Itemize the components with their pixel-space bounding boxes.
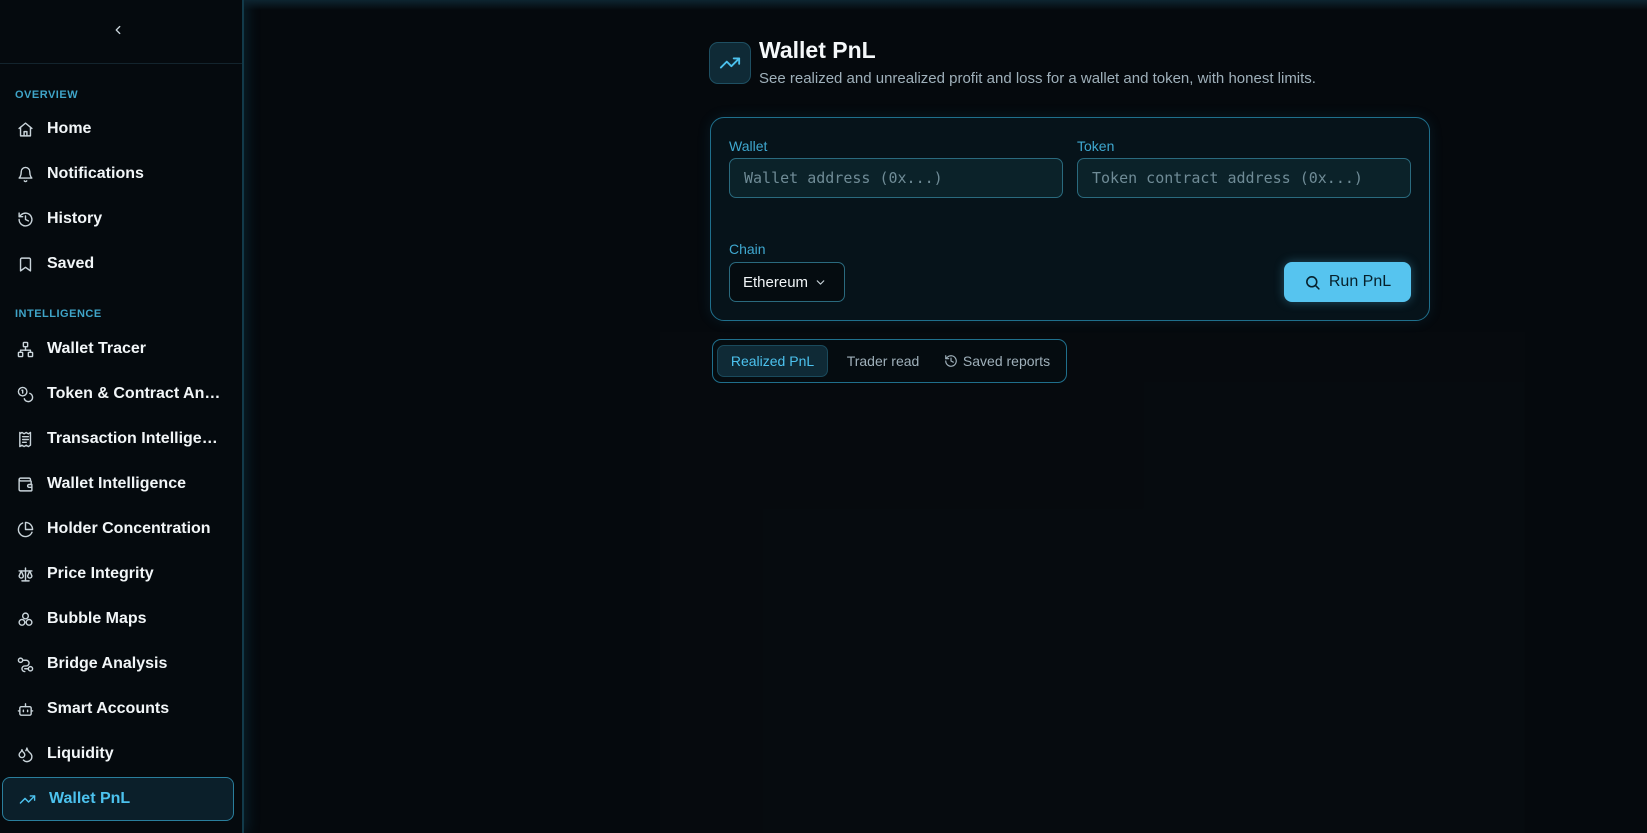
sidebar-item-holder-concentration[interactable]: Holder Concentration [2,507,234,551]
chain-label: Chain [729,241,766,257]
collapse-sidebar-button[interactable] [104,20,132,44]
sidebar-item-smart-accounts[interactable]: Smart Accounts [2,687,234,731]
page-subtitle: See realized and unrealized profit and l… [759,70,1316,87]
sidebar-divider [0,63,242,64]
sidebar: OVERVIEW Home Notifications History Save… [0,0,244,833]
token-label: Token [1077,138,1115,154]
sidebar-item-label: Price Integrity [47,565,154,582]
sidebar-item-notifications[interactable]: Notifications [2,152,234,196]
bell-icon [16,165,34,183]
sidebar-item-label: Liquidity [47,745,114,762]
pie-chart-icon [16,520,34,538]
tab-label: Realized PnL [730,353,815,369]
sidebar-item-label: Bubble Maps [47,610,147,627]
sidebar-item-label: Wallet Tracer [47,340,147,357]
sidebar-item-wallet-pnl[interactable]: Wallet PnL [2,777,234,821]
section-label-intelligence: INTELLIGENCE [15,308,102,320]
run-pnl-button[interactable]: Run PnL [1284,262,1411,302]
tab-saved-reports[interactable]: Saved reports [937,345,1057,377]
sidebar-item-label: Holder Concentration [47,520,211,537]
bot-icon [16,700,34,718]
trending-up-icon [709,42,751,84]
token-address-input[interactable] [1077,158,1411,198]
search-icon [1304,274,1321,291]
sidebar-item-label: Token & Contract Anal… [47,385,222,402]
sidebar-item-price-integrity[interactable]: Price Integrity [2,552,234,596]
bubbles-icon [16,610,34,628]
wallet-address-input[interactable] [729,158,1063,198]
chevron-down-icon [814,276,827,289]
sidebar-item-label: Home [47,120,92,137]
tab-label: Trader read [846,353,920,369]
top-glow [244,0,1647,10]
sidebar-item-liquidity[interactable]: Liquidity [2,732,234,776]
history-icon [16,210,34,228]
sidebar-item-bubble-maps[interactable]: Bubble Maps [2,597,234,641]
sidebar-item-token-contract-analysis[interactable]: Token & Contract Anal… [2,372,234,416]
section-label-overview: OVERVIEW [15,89,79,101]
sidebar-item-label: Smart Accounts [47,700,170,717]
run-pnl-label: Run PnL [1328,273,1392,290]
sidebar-item-label: History [47,210,103,227]
history-icon [944,354,958,368]
bridge-icon [16,655,34,673]
sidebar-item-label: Wallet PnL [49,790,131,807]
coins-icon [16,385,34,403]
sidebar-item-transaction-intelligence[interactable]: Transaction Intelligen… [2,417,234,461]
bookmark-icon [16,255,34,273]
wallet-label: Wallet [729,138,768,154]
sidebar-item-wallet-intelligence[interactable]: Wallet Intelligence [2,462,234,506]
tab-trader-read[interactable]: Trader read [833,345,933,377]
content-panel [660,332,1525,833]
tab-label: Saved reports [962,353,1051,369]
sidebar-item-saved[interactable]: Saved [2,242,234,286]
pnl-form-card: Wallet Token Chain Ethereum Run PnL [710,117,1430,321]
sidebar-item-wallet-tracer[interactable]: Wallet Tracer [2,327,234,371]
sidebar-item-label: Bridge Analysis [47,655,168,672]
sidebar-item-label: Transaction Intelligen… [47,430,222,447]
sidebar-item-label: Notifications [47,165,144,182]
result-tabs: Realized PnL Trader read Saved reports [712,339,1067,383]
sidebar-item-label: Wallet Intelligence [47,475,186,492]
receipt-icon [16,430,34,448]
home-icon [16,120,34,138]
chain-select[interactable]: Ethereum [729,262,845,302]
network-icon [16,340,34,358]
sidebar-item-home[interactable]: Home [2,107,234,151]
sidebar-item-history[interactable]: History [2,197,234,241]
wallet-icon [16,475,34,493]
droplets-icon [16,745,34,763]
sidebar-item-bridge-analysis[interactable]: Bridge Analysis [2,642,234,686]
tab-realized-pnl[interactable]: Realized PnL [717,345,828,377]
sidebar-item-label: Saved [47,255,95,272]
trending-up-icon [18,790,36,808]
chevron-left-icon [111,23,125,42]
scale-icon [16,565,34,583]
page-title: Wallet PnL [759,37,876,63]
chain-selected-value: Ethereum [743,273,809,291]
